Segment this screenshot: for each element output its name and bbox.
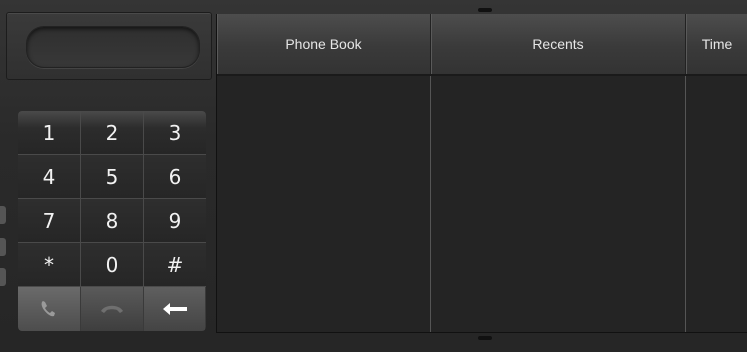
key-0[interactable]: 0 [81,243,144,287]
key-3[interactable]: 3 [144,111,206,155]
number-input[interactable] [26,26,200,68]
dialer-panel: 1 2 3 4 5 6 7 8 9 * 0 # [6,12,212,342]
keypad: 1 2 3 4 5 6 7 8 9 * 0 # [18,111,206,331]
backspace-button[interactable] [144,287,206,331]
key-5[interactable]: 5 [81,155,144,199]
column-divider [685,76,686,332]
call-button[interactable] [18,287,81,331]
key-9[interactable]: 9 [144,199,206,243]
number-display-box [6,12,212,80]
phone-hangup-icon [101,305,123,313]
phone-call-icon [41,301,55,317]
key-hash[interactable]: # [144,243,206,287]
hangup-button[interactable] [81,287,144,331]
key-8[interactable]: 8 [81,199,144,243]
table-header: Phone Book Recents Time [217,14,747,76]
bottom-notch [478,336,492,340]
key-1[interactable]: 1 [18,111,81,155]
column-divider [430,76,431,332]
column-header-recents[interactable]: Recents [431,14,686,74]
key-star[interactable]: * [18,243,81,287]
column-header-phone-book[interactable]: Phone Book [217,14,431,74]
call-list-table: Phone Book Recents Time [216,14,747,333]
key-4[interactable]: 4 [18,155,81,199]
backspace-arrow-icon [162,303,187,315]
top-notch [478,8,492,12]
column-header-time[interactable]: Time [686,14,747,74]
key-2[interactable]: 2 [81,111,144,155]
key-6[interactable]: 6 [144,155,206,199]
key-7[interactable]: 7 [18,199,81,243]
